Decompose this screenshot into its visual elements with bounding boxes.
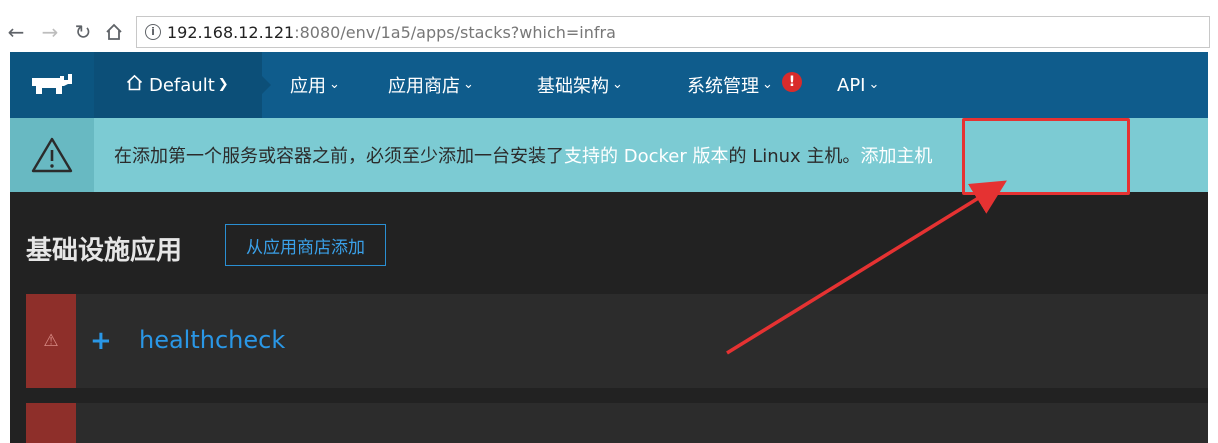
annotation-arrow xyxy=(726,180,1007,355)
screenshot: ← → ↻ i 192.168.12.121:8080/env/1a5/apps… xyxy=(0,0,1218,443)
